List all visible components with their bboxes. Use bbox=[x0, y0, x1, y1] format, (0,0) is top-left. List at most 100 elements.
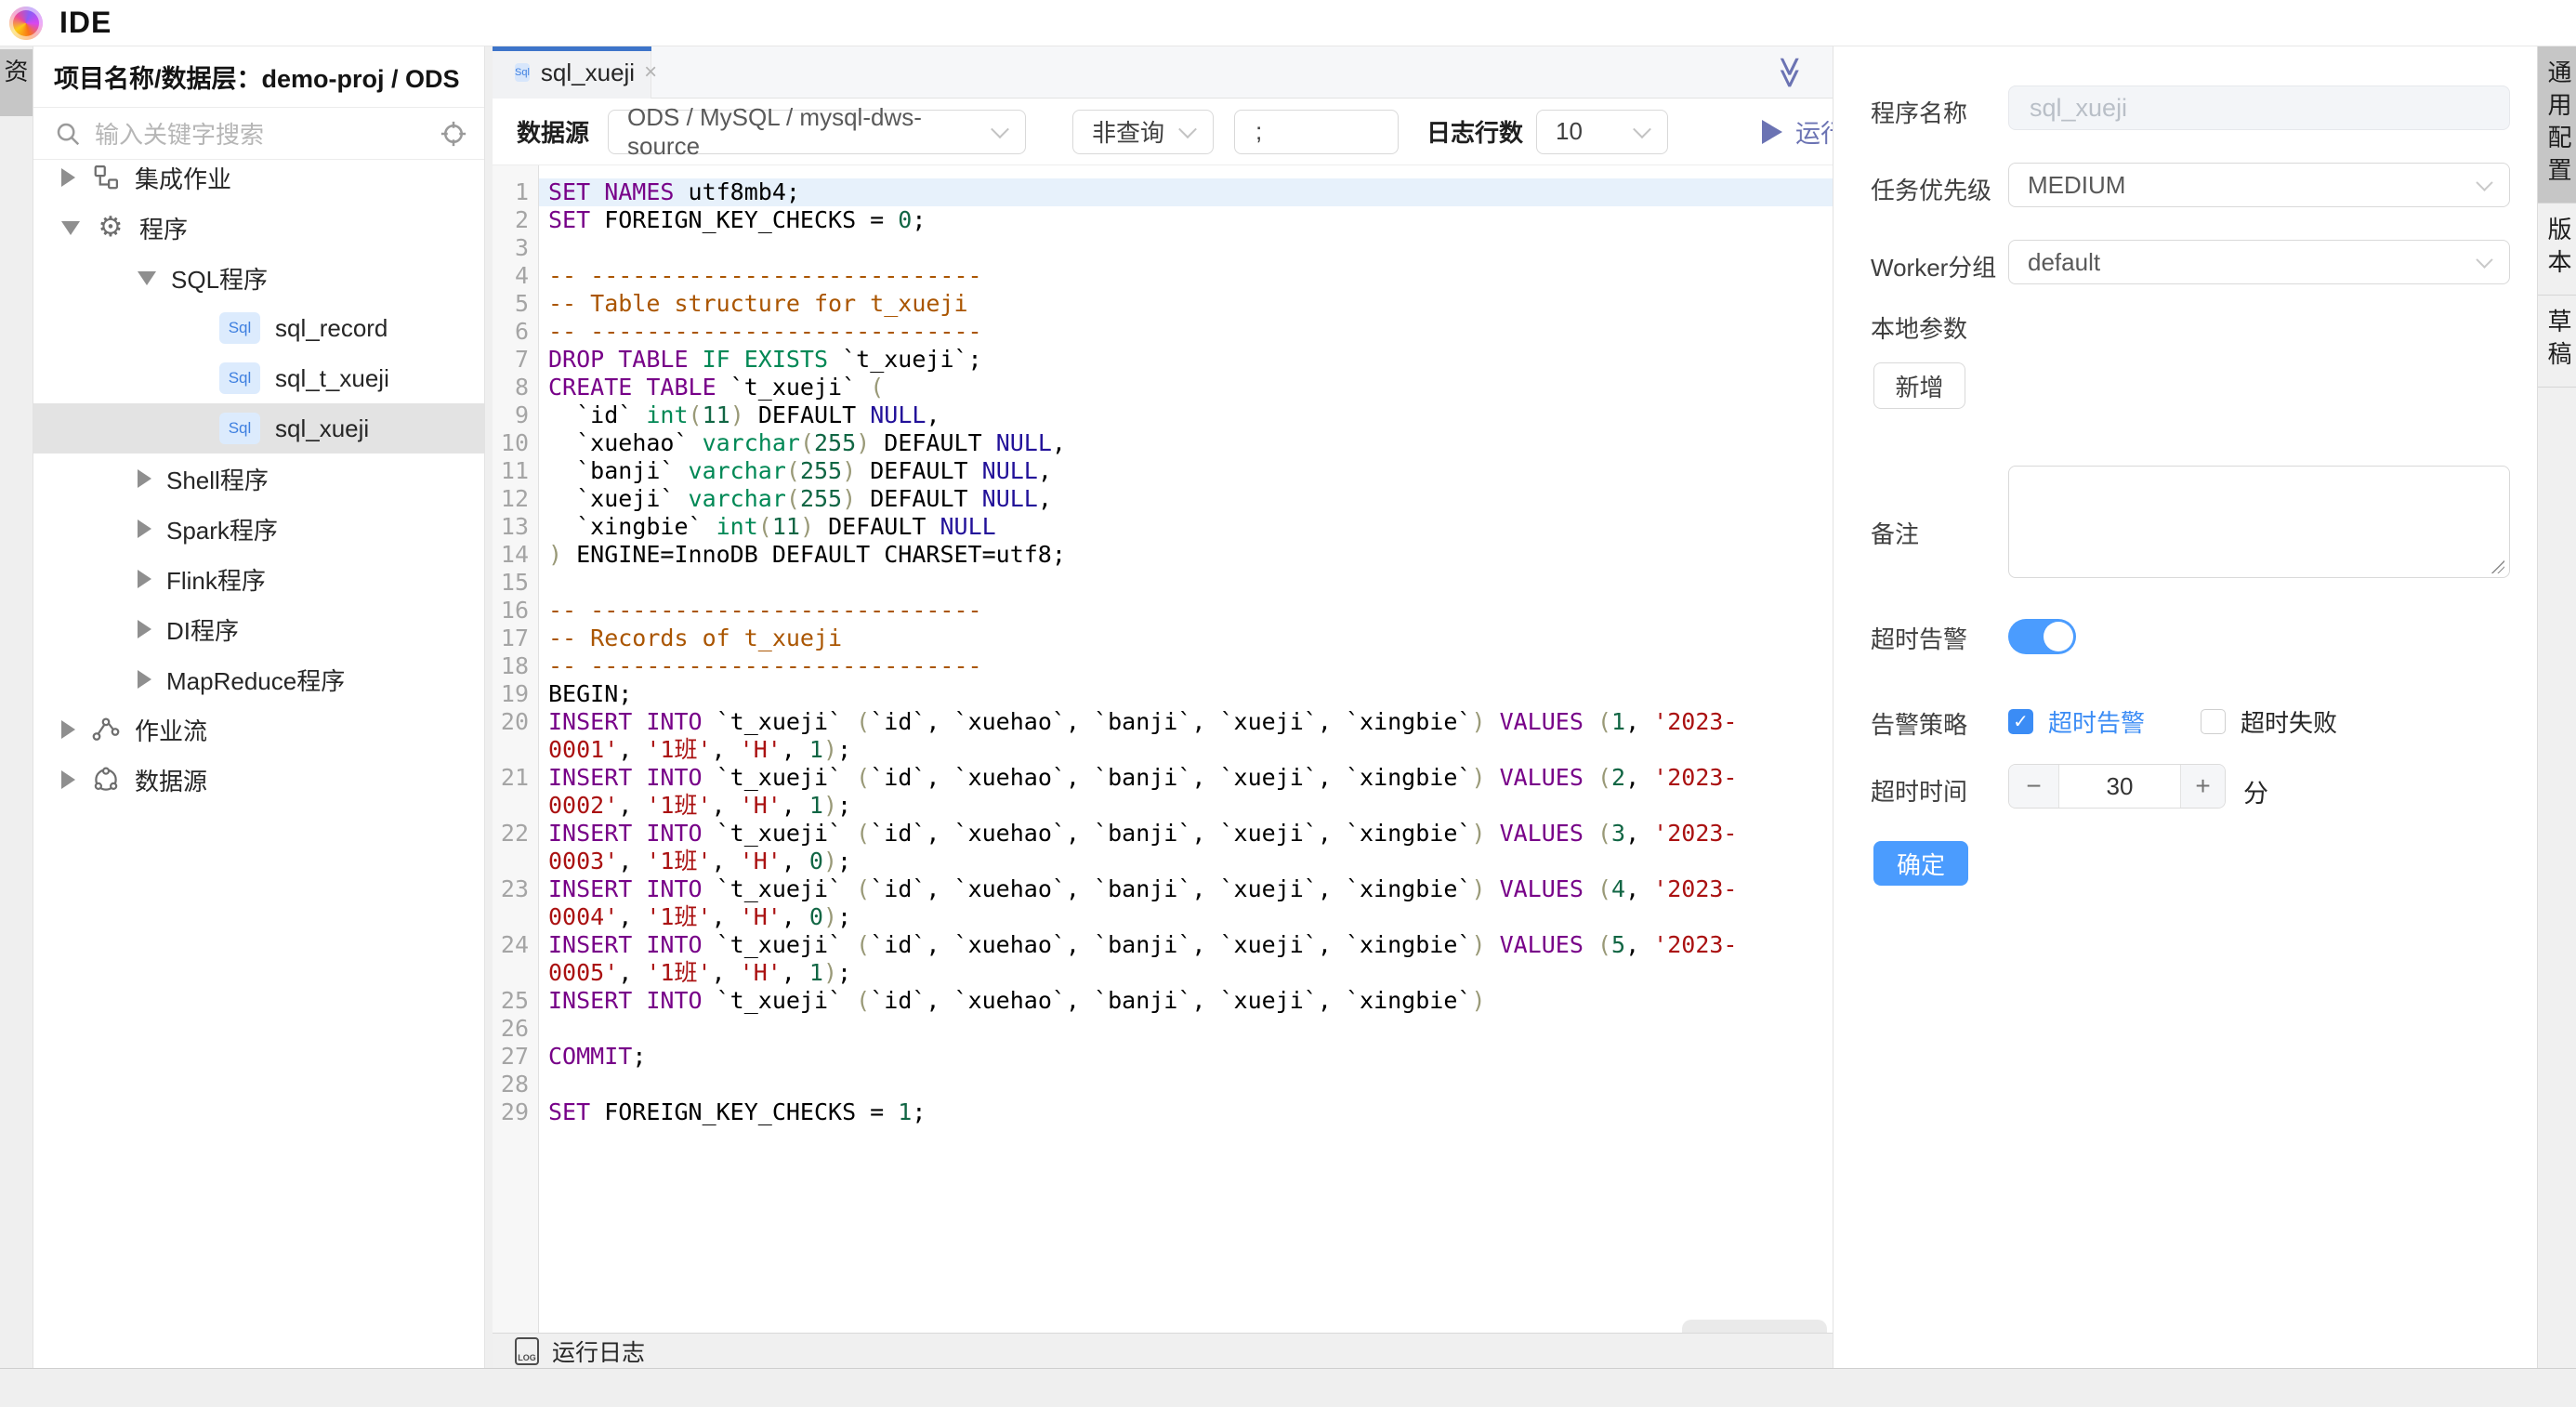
tree-item-label: sql_t_xueji bbox=[275, 364, 389, 393]
code-line[interactable]: 3 bbox=[493, 234, 1833, 262]
code-line[interactable]: 15 bbox=[493, 569, 1833, 597]
sidebar-item-作业流[interactable]: 作业流 bbox=[33, 704, 484, 755]
code-line[interactable]: 27COMMIT; bbox=[493, 1043, 1833, 1071]
code-line[interactable]: 19BEGIN; bbox=[493, 680, 1833, 708]
code-line[interactable]: 4-- ---------------------------- bbox=[493, 262, 1833, 290]
timeout-alarm-toggle[interactable] bbox=[2008, 619, 2076, 654]
search-input[interactable]: 输入关键字搜索 bbox=[95, 116, 440, 151]
tab-sql-xueji[interactable]: Sql sql_xueji × bbox=[493, 46, 651, 99]
collapse-panel-icon[interactable]: ≫ bbox=[1773, 56, 1807, 89]
code-line[interactable]: 22INSERT INTO `t_xueji` (`id`, `xuehao`,… bbox=[493, 820, 1833, 875]
code-line[interactable]: 24INSERT INTO `t_xueji` (`id`, `xuehao`,… bbox=[493, 931, 1833, 987]
tree-item-label: 作业流 bbox=[135, 713, 207, 747]
confirm-button[interactable]: 确定 bbox=[1873, 841, 1968, 886]
strategy-option-label[interactable]: 超时告警 bbox=[2048, 704, 2145, 739]
line-number: 18 bbox=[493, 652, 539, 680]
code-line[interactable]: 13 `xingbie` int(11) DEFAULT NULL bbox=[493, 513, 1833, 541]
sidebar-item-程序[interactable]: ⚙程序 bbox=[33, 203, 484, 253]
code-line[interactable]: 21INSERT INTO `t_xueji` (`id`, `xuehao`,… bbox=[493, 764, 1833, 820]
timeout-value[interactable]: 30 bbox=[2059, 765, 2180, 808]
caret-right-icon[interactable] bbox=[138, 570, 151, 588]
checkbox-checked-icon[interactable]: ✓ bbox=[2008, 709, 2033, 734]
code-line[interactable]: 25INSERT INTO `t_xueji` (`id`, `xuehao`,… bbox=[493, 987, 1833, 1015]
code-line[interactable]: 7DROP TABLE IF EXISTS `t_xueji`; bbox=[493, 346, 1833, 374]
code-line[interactable]: 18-- ---------------------------- bbox=[493, 652, 1833, 680]
sidebar-item-sql-record[interactable]: Sqlsql_record bbox=[33, 303, 484, 353]
query-type-select[interactable]: 非查询 bbox=[1072, 110, 1214, 154]
code-line[interactable]: 11 `banji` varchar(255) DEFAULT NULL, bbox=[493, 457, 1833, 485]
caret-right-icon[interactable] bbox=[138, 620, 151, 638]
tree-item-label: 集成作业 bbox=[135, 161, 231, 195]
caret-right-icon[interactable] bbox=[138, 670, 151, 689]
log-lines-select[interactable]: 10 bbox=[1536, 110, 1668, 154]
line-number: 3 bbox=[493, 234, 539, 262]
locate-icon[interactable] bbox=[440, 120, 467, 148]
sidebar-item-flink程序[interactable]: Flink程序 bbox=[33, 554, 484, 604]
caret-down-icon[interactable] bbox=[61, 221, 80, 235]
editor-scroll-pill[interactable] bbox=[1682, 1320, 1827, 1333]
sidebar-item-shell程序[interactable]: Shell程序 bbox=[33, 454, 484, 504]
add-param-button[interactable]: 新增 bbox=[1873, 362, 1965, 409]
code-line[interactable]: 26 bbox=[493, 1015, 1833, 1043]
caret-right-icon[interactable] bbox=[138, 519, 151, 538]
code-line[interactable]: 14) ENGINE=InnoDB DEFAULT CHARSET=utf8; bbox=[493, 541, 1833, 569]
code-line[interactable]: 29SET FOREIGN_KEY_CHECKS = 1; bbox=[493, 1098, 1833, 1126]
sidebar-item-di程序[interactable]: DI程序 bbox=[33, 604, 484, 654]
log-file-icon: LOG bbox=[515, 1337, 539, 1365]
run-log-bar[interactable]: LOG 运行日志 bbox=[493, 1333, 1833, 1368]
code-line[interactable]: 17-- Records of t_xueji bbox=[493, 625, 1833, 652]
sql-code-editor[interactable]: 1SET NAMES utf8mb4;2SET FOREIGN_KEY_CHEC… bbox=[493, 165, 1833, 1333]
datasource-icon bbox=[90, 764, 122, 796]
app-logo-icon bbox=[9, 7, 43, 40]
resources-tab[interactable]: 资源 bbox=[0, 49, 33, 116]
tree-item-label: DI程序 bbox=[166, 612, 239, 647]
sidebar-item-sql-t-xueji[interactable]: Sqlsql_t_xueji bbox=[33, 353, 484, 403]
stepper-plus-button[interactable]: + bbox=[2180, 765, 2225, 808]
strategy-option-label[interactable]: 超时失败 bbox=[2241, 704, 2337, 739]
priority-select[interactable]: MEDIUM bbox=[2008, 163, 2510, 207]
code-text: `banji` varchar(255) DEFAULT NULL, bbox=[539, 457, 1741, 485]
datasource-select[interactable]: ODS / MySQL / mysql-dws-source bbox=[608, 110, 1026, 154]
run-button[interactable]: 运行 bbox=[1762, 113, 1833, 150]
sidebar-item-mapreduce程序[interactable]: MapReduce程序 bbox=[33, 654, 484, 704]
code-line[interactable]: 23INSERT INTO `t_xueji` (`id`, `xuehao`,… bbox=[493, 875, 1833, 931]
play-icon bbox=[1762, 120, 1782, 144]
sidebar-item-集成作业[interactable]: 集成作业 bbox=[33, 152, 484, 203]
code-line[interactable]: 12 `xueji` varchar(255) DEFAULT NULL, bbox=[493, 485, 1833, 513]
sidebar-item-数据源[interactable]: 数据源 bbox=[33, 755, 484, 805]
caret-right-icon[interactable] bbox=[61, 168, 75, 187]
right-strip-tab-版本[interactable]: 版本 bbox=[2538, 204, 2576, 296]
code-line[interactable]: 20INSERT INTO `t_xueji` (`id`, `xuehao`,… bbox=[493, 708, 1833, 764]
code-line[interactable]: 16-- ---------------------------- bbox=[493, 597, 1833, 625]
statement-separator-input[interactable]: ; bbox=[1234, 110, 1399, 154]
code-line[interactable]: 5-- Table structure for t_xueji bbox=[493, 290, 1833, 318]
caret-right-icon[interactable] bbox=[61, 720, 75, 739]
stepper-minus-button[interactable]: − bbox=[2009, 765, 2059, 808]
code-line[interactable]: 1SET NAMES utf8mb4; bbox=[493, 178, 1833, 206]
chevron-down-icon bbox=[1633, 120, 1651, 138]
sidebar-item-sql-xueji[interactable]: Sqlsql_xueji bbox=[33, 403, 484, 454]
right-strip-tab-草稿[interactable]: 草稿 bbox=[2538, 296, 2576, 388]
resize-handle-icon[interactable] bbox=[2491, 560, 2504, 573]
timeout-duration-label: 超时时间 bbox=[1871, 773, 1967, 808]
right-strip-tab-通用配置[interactable]: 通用配置 bbox=[2538, 46, 2576, 204]
local-params-label: 本地参数 bbox=[1871, 310, 1967, 345]
checkbox-unchecked-icon[interactable] bbox=[2201, 709, 2226, 734]
sidebar-item-spark程序[interactable]: Spark程序 bbox=[33, 504, 484, 554]
sidebar-item-sql程序[interactable]: SQL程序 bbox=[33, 253, 484, 303]
remark-textarea[interactable] bbox=[2008, 466, 2510, 578]
code-line[interactable]: 10 `xuehao` varchar(255) DEFAULT NULL, bbox=[493, 429, 1833, 457]
caret-down-icon[interactable] bbox=[138, 271, 156, 285]
code-line[interactable]: 8CREATE TABLE `t_xueji` ( bbox=[493, 374, 1833, 401]
run-log-label: 运行日志 bbox=[552, 1335, 645, 1368]
caret-right-icon[interactable] bbox=[138, 469, 151, 488]
program-name-input[interactable]: sql_xueji bbox=[2008, 85, 2510, 130]
code-line[interactable]: 28 bbox=[493, 1071, 1833, 1098]
code-line[interactable]: 9 `id` int(11) DEFAULT NULL, bbox=[493, 401, 1833, 429]
code-line[interactable]: 6-- ---------------------------- bbox=[493, 318, 1833, 346]
code-line[interactable]: 2SET FOREIGN_KEY_CHECKS = 0; bbox=[493, 206, 1833, 234]
line-number: 24 bbox=[493, 931, 539, 987]
tab-close-icon[interactable]: × bbox=[644, 59, 657, 85]
worker-group-select[interactable]: default bbox=[2008, 240, 2510, 284]
caret-right-icon[interactable] bbox=[61, 770, 75, 789]
